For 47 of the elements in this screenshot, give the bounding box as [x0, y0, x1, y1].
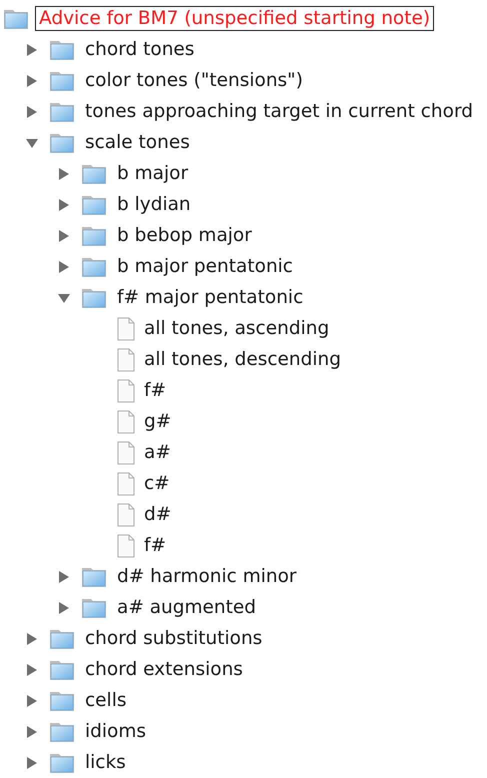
expand-arrow-icon[interactable]: [57, 570, 71, 584]
file-icon: [116, 378, 136, 402]
tree-item[interactable]: b bebop major: [113, 223, 256, 248]
expand-arrow-icon[interactable]: [25, 694, 39, 708]
expand-arrow-icon[interactable]: [25, 104, 39, 118]
tree-item[interactable]: scale tones: [81, 130, 194, 155]
file-icon: [116, 410, 136, 434]
tree-item[interactable]: b major: [113, 161, 192, 186]
file-icon: [116, 502, 136, 526]
file-icon: [116, 440, 136, 464]
expand-arrow-icon[interactable]: [57, 228, 71, 242]
file-icon: [116, 534, 136, 558]
expand-arrow-icon[interactable]: [25, 662, 39, 676]
expand-arrow-icon[interactable]: [25, 74, 39, 88]
tree-item[interactable]: b major pentatonic: [113, 254, 297, 279]
tree-item[interactable]: cells: [81, 688, 130, 713]
tree-item[interactable]: idioms: [81, 719, 150, 744]
tree-item[interactable]: d# harmonic minor: [113, 564, 301, 589]
tree-item[interactable]: color tones ("tensions"): [81, 68, 307, 93]
tree-item[interactable]: b lydian: [113, 192, 195, 217]
tree-item[interactable]: Advice for BM7 (unspecified starting note): [35, 6, 434, 31]
tree-item[interactable]: f#: [140, 378, 170, 403]
file-icon: [116, 348, 136, 372]
tree-item[interactable]: f#: [140, 533, 170, 558]
tree-item[interactable]: chord substitutions: [81, 626, 266, 651]
tree-item[interactable]: all tones, descending: [140, 347, 345, 372]
expand-arrow-icon[interactable]: [57, 600, 71, 614]
expand-arrow-icon[interactable]: [57, 166, 71, 180]
expand-arrow-icon[interactable]: [57, 260, 71, 274]
file-icon: [116, 472, 136, 496]
tree-item[interactable]: a# augmented: [113, 595, 260, 620]
tree-item[interactable]: chord tones: [81, 37, 198, 62]
tree-item[interactable]: g#: [140, 409, 176, 434]
tree-item[interactable]: all tones, ascending: [140, 316, 334, 341]
tree-item[interactable]: tones approaching target in current chord: [81, 99, 477, 124]
expand-arrow-icon[interactable]: [25, 632, 39, 646]
tree-item[interactable]: f# major pentatonic: [113, 285, 308, 310]
expand-arrow-icon[interactable]: [25, 42, 39, 56]
expand-arrow-icon[interactable]: [57, 198, 71, 212]
tree-item[interactable]: c#: [140, 471, 174, 496]
expand-arrow-icon[interactable]: [25, 756, 39, 770]
tree-item[interactable]: licks: [81, 750, 130, 775]
tree-item[interactable]: a#: [140, 440, 175, 465]
tree-item[interactable]: chord extensions: [81, 657, 247, 682]
expand-arrow-icon[interactable]: [25, 724, 39, 738]
tree-item[interactable]: d#: [140, 502, 176, 527]
file-icon: [116, 316, 136, 340]
